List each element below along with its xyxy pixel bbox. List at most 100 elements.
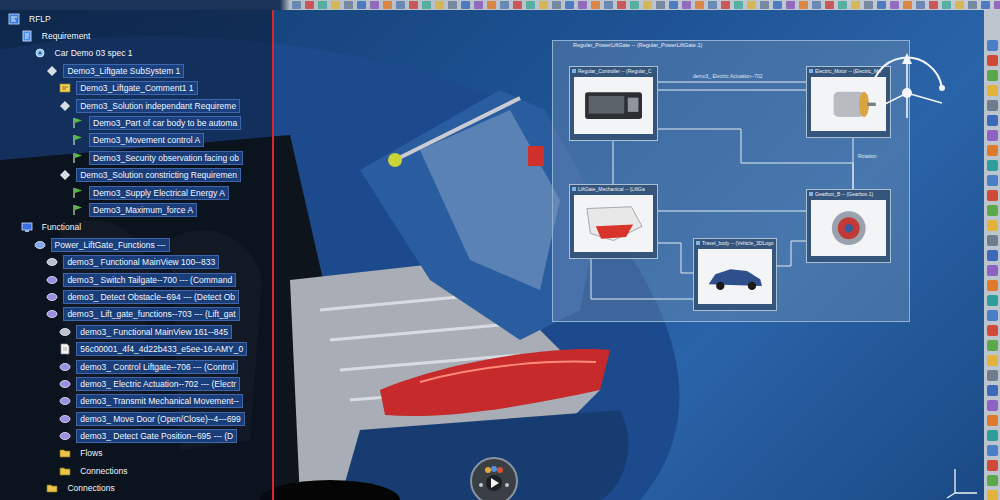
tree-row[interactable]: Demo3_Liftgate SubSystem 1 [0,62,272,79]
toolbar-icon[interactable] [812,1,821,9]
toolbar-icon[interactable] [903,1,912,9]
tool-icon[interactable] [987,190,998,201]
connection-line[interactable] [658,243,693,273]
toolbar-icon[interactable] [877,1,886,9]
toolbar-icon[interactable] [539,1,548,9]
toolbar-icon[interactable] [656,1,665,9]
tool-icon[interactable] [987,355,998,366]
tree-row[interactable]: Connections [0,480,272,497]
toolbar-icon[interactable] [695,1,704,9]
tree-row[interactable]: Requirement [0,27,272,44]
tool-icon[interactable] [987,385,998,396]
tool-icon[interactable] [987,205,998,216]
tree-row[interactable]: Demo3_Part of car body to be automa [0,114,272,131]
toolbar-icon[interactable] [448,1,457,9]
toolbar-icon[interactable] [422,1,431,9]
toolbar-icon[interactable] [942,1,951,9]
toolbar-icon[interactable] [617,1,626,9]
tree-row[interactable]: Demo3_Solution independant Requireme [0,97,272,114]
tool-icon[interactable] [987,175,998,186]
tree-row[interactable]: demo3_ Move Door (Open/Close)--4---699 [0,410,272,427]
diagram-node[interactable]: LiftGate_Mechanical -- (LiftGa [569,184,658,259]
toolbar-icon[interactable] [890,1,899,9]
tool-icon[interactable] [987,295,998,306]
toolbar-icon[interactable] [552,1,561,9]
tree-row[interactable]: Demo3_Supply Electrical Energy A [0,184,272,201]
toolbar-icon[interactable] [292,1,301,9]
toolbar-icon[interactable] [500,1,509,9]
tool-icon[interactable] [987,310,998,321]
tree-row[interactable]: demo3_ Detect Gate Position--695 --- (D [0,427,272,444]
tree-row[interactable]: RFLP [0,10,272,27]
tool-icon[interactable] [987,130,998,141]
tree-row[interactable]: demo3_ Electric Actuation--702 --- (Elec… [0,375,272,392]
tool-icon[interactable] [987,55,998,66]
diagram-node[interactable]: Gearbox_B -- (Gearbox.1) [806,189,891,263]
tool-icon[interactable] [987,370,998,381]
toolbar-icon[interactable] [474,1,483,9]
toolbar-icon[interactable] [799,1,808,9]
tool-icon[interactable] [987,85,998,96]
toolbar-icon[interactable] [344,1,353,9]
tree-row[interactable]: demo3_ Detect Obstacle--694 --- (Detect … [0,288,272,305]
toolbar-icon[interactable] [435,1,444,9]
connection-line[interactable] [591,259,693,299]
tool-icon[interactable] [987,280,998,291]
toolbar-icon[interactable] [916,1,925,9]
toolbar-icon[interactable] [760,1,769,9]
tree-row[interactable]: demo3_ Transmit Mechanical Movement-- [0,393,272,410]
diagram-node[interactable]: Regular_Controller -- (Regular_C [569,66,658,141]
toolbar-icon[interactable] [591,1,600,9]
diagram-node[interactable]: Travel_body -- (Vehicle_3DLogo [693,238,777,311]
connection-line[interactable] [658,211,806,212]
tool-icon[interactable] [987,160,998,171]
toolbar-icon[interactable] [331,1,340,9]
toolbar-icon[interactable] [682,1,691,9]
tool-icon[interactable] [987,250,998,261]
tree-row[interactable]: Power_LiftGate_Functions --- [0,236,272,253]
tree-row[interactable]: demo3_ Control Liftgate--706 --- (Contro… [0,358,272,375]
player-control[interactable] [470,457,518,500]
toolbar-icon[interactable] [396,1,405,9]
toolbar-icon[interactable] [357,1,366,9]
toolbar-icon[interactable] [669,1,678,9]
tree-row[interactable]: Demo3_Solution constricting Requiremen [0,167,272,184]
diagram-node[interactable]: Electric_Motor -- (Electric_Mo [806,66,891,138]
toolbar-icon[interactable] [565,1,574,9]
tool-icon[interactable] [987,40,998,51]
tool-icon[interactable] [987,235,998,246]
toolbar-icon[interactable] [409,1,418,9]
toolbar-icon[interactable] [851,1,860,9]
connection-line[interactable] [658,90,806,91]
tree-row[interactable]: Flows [0,445,272,462]
tool-icon[interactable] [987,325,998,336]
toolbar-icon[interactable] [604,1,613,9]
toolbar-icon[interactable] [968,1,977,9]
tool-icon[interactable] [987,145,998,156]
tree-row[interactable]: demo3_ Functional MainView 100--833 [0,253,272,270]
toolbar-icon[interactable] [981,1,990,9]
toolbar-icon[interactable] [994,1,1000,9]
connection-line[interactable] [777,241,806,266]
tool-icon[interactable] [987,115,998,126]
tree-row[interactable]: Demo3_Liftgate_Comment1 1 [0,80,272,97]
tool-icon[interactable] [987,340,998,351]
connection-line[interactable] [853,138,854,189]
toolbar-icon[interactable] [773,1,782,9]
tree-row[interactable]: Connections [0,462,272,479]
connection-line[interactable] [658,129,853,189]
tool-icon[interactable] [987,100,998,111]
tree-row[interactable]: Car Demo 03 spec 1 [0,45,272,62]
tree-row[interactable]: 56c00001_4f4_4d22b433_e5ee-16-AMY_0 [0,340,272,357]
3d-viewport[interactable]: RFLPRequirementCar Demo 03 spec 1Demo3_L… [0,10,984,500]
tree-row[interactable]: demo3_ Lift_gate_functions--703 --- (Lif… [0,306,272,323]
toolbar-icon[interactable] [929,1,938,9]
toolbar-icon[interactable] [487,1,496,9]
tree-row[interactable]: demo3_ Switch Tailgate--700 --- (Command [0,271,272,288]
connection-line[interactable] [613,141,614,184]
compass-icon[interactable] [862,48,952,138]
toolbar-icon[interactable] [955,1,964,9]
toolbar-icon[interactable] [643,1,652,9]
toolbar-icon[interactable] [838,1,847,9]
toolbar-icon[interactable] [383,1,392,9]
